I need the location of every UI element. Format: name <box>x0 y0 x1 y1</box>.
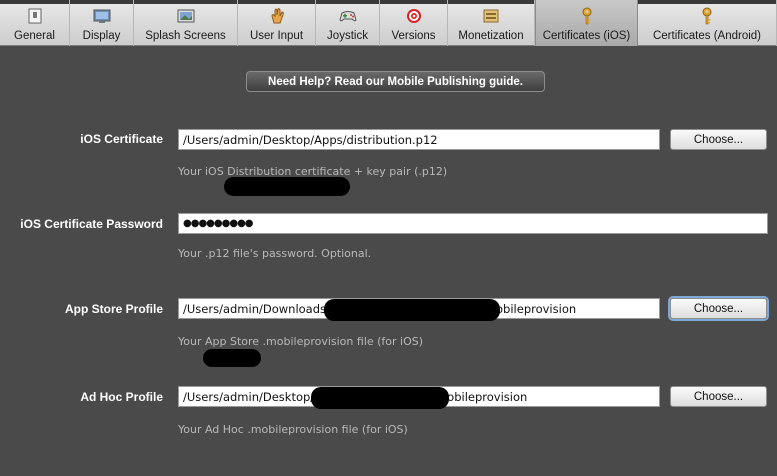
image-icon <box>177 7 195 25</box>
tab-bar: General Display Splash Screens User Input Jo… <box>0 0 777 46</box>
ios-password-field[interactable]: ●●●●●●●●● <box>178 213 768 234</box>
tab-label: Display <box>82 30 121 42</box>
tab-certificates-ios[interactable]: Certificates (iOS) <box>535 0 638 46</box>
ios-certificate-field[interactable]: /Users/admin/Desktop/Apps/distribution.p… <box>178 129 660 150</box>
tab-label: Splash Screens <box>145 30 226 42</box>
tab-display[interactable]: Display <box>70 0 134 46</box>
tab-label: Versions <box>391 30 436 42</box>
tab-label: User Input <box>249 30 304 42</box>
redaction-mark <box>311 387 449 409</box>
key-icon <box>578 7 596 25</box>
ad-hoc-profile-hint: Your Ad Hoc .mobileprovision file (for i… <box>178 423 408 436</box>
cash-icon <box>482 7 500 25</box>
app-store-profile-suffix: obileprovision <box>496 302 577 316</box>
ad-hoc-profile-path: /Users/admin/Desktop/ <box>183 390 315 404</box>
document-icon <box>26 7 44 25</box>
app-store-profile-choose-button[interactable]: Choose... <box>670 298 767 319</box>
key-icon <box>698 7 716 25</box>
tab-joystick[interactable]: Joystick <box>316 0 380 46</box>
redaction-mark <box>224 177 350 196</box>
tab-label: Certificates (iOS) <box>542 30 631 42</box>
ios-certificate-choose-button[interactable]: Choose... <box>670 129 767 150</box>
mobile-publishing-help-button[interactable]: Need Help? Read our Mobile Publishing gu… <box>246 71 545 92</box>
tab-label: Certificates (Android) <box>652 30 761 42</box>
app-store-profile-path: /Users/admin/Downloads <box>183 302 327 316</box>
tab-general[interactable]: General <box>0 0 70 46</box>
app-store-profile-hint: Your App Store .mobileprovision file (fo… <box>178 335 424 348</box>
target-icon <box>405 7 423 25</box>
hand-icon <box>268 7 286 25</box>
tab-certificates-android[interactable]: Certificates (Android) <box>638 0 777 46</box>
ad-hoc-profile-choose-button[interactable]: Choose... <box>670 386 767 407</box>
ios-certificate-label: iOS Certificate <box>80 132 163 146</box>
tab-user-input[interactable]: User Input <box>238 0 316 46</box>
tab-versions[interactable]: Versions <box>380 0 448 46</box>
ad-hoc-profile-label: Ad Hoc Profile <box>80 390 163 404</box>
ad-hoc-profile-suffix: obileprovision <box>447 390 528 404</box>
monitor-icon <box>93 7 111 25</box>
gamepad-icon <box>338 7 357 25</box>
tab-monetization[interactable]: Monetization <box>448 0 535 46</box>
tab-label: Joystick <box>327 30 368 42</box>
app-store-profile-label: App Store Profile <box>64 302 163 316</box>
tab-label: Monetization <box>458 30 524 42</box>
redaction-mark <box>324 299 500 321</box>
tab-label: General <box>14 30 55 42</box>
tab-splash-screens[interactable]: Splash Screens <box>134 0 238 46</box>
redaction-mark <box>203 349 261 367</box>
ios-password-label: iOS Certificate Password <box>20 217 163 231</box>
ios-password-hint: Your .p12 file's password. Optional. <box>178 247 372 260</box>
